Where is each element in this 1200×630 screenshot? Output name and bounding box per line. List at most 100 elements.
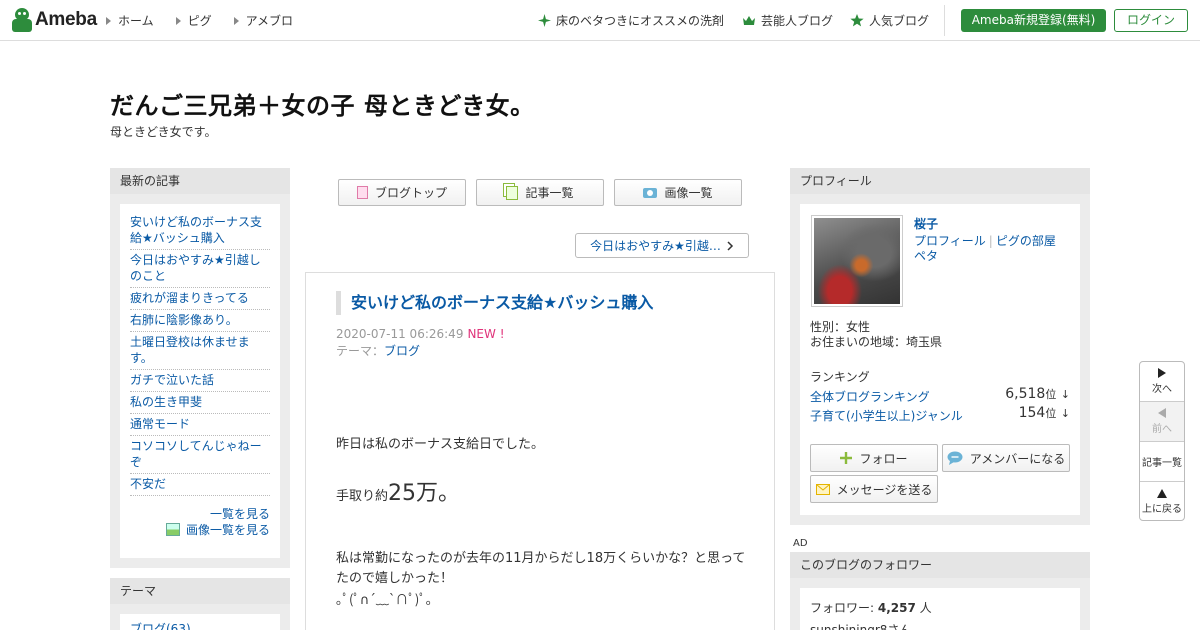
arrow-up-icon [1157,489,1167,498]
amember-button[interactable]: アメンバーになる [942,444,1070,472]
nav-label: アメブロ [245,14,294,28]
crown-icon [743,16,755,25]
ranking-trend: ↓ [1060,388,1070,401]
avatar-image [814,218,900,304]
document-icon [356,186,368,199]
recent-article-link[interactable]: 通常モード [130,414,270,436]
global-nav: ホーム ピグ アメブロ [106,12,293,29]
image-list-button[interactable]: 画像一覧 [614,179,742,206]
header-divider [944,5,945,36]
ameba-logo[interactable]: Ameba [12,8,97,32]
article-text: 。 [438,481,461,506]
register-button[interactable]: Ameba新規登録(無料) [961,9,1106,32]
back-to-top-label: 上に戻る [1142,504,1182,515]
ranking-unit: 位 [1045,388,1057,401]
amember-label: アメンバーになる [969,451,1066,466]
see-images-label: 画像一覧を見る [185,523,270,537]
login-button[interactable]: ログイン [1114,9,1188,32]
recent-article-link[interactable]: ガチで泣いた話 [130,370,270,392]
image-list-icon [165,523,180,536]
top-bar: Ameba ホーム ピグ アメブロ 床のベタつきにオススメの洗剤 芸能人ブログ … [0,0,1200,41]
nav-label: ピグ [187,14,212,28]
follower-name[interactable]: sunshiningr8さん [810,621,911,630]
recent-article-link[interactable]: 土曜日登校は休ませます。 [130,332,270,370]
nav-label: ホーム [118,14,154,28]
article-date-text: 2020-07-11 06:26:49 [336,327,464,341]
prev-page-label: 前へ [1152,424,1172,435]
article-paragraph: 手取り約25万。 [336,479,751,512]
recent-article-link[interactable]: 疲れが溜まりきってる [130,288,270,310]
nav-amebro[interactable]: アメブロ [233,12,294,29]
theme-heading: テーマ [110,578,290,604]
see-images-link[interactable]: 画像一覧を見る [130,522,270,538]
recent-article-link[interactable]: 不安だ [130,474,270,496]
article-paragraph: 昨日は私のボーナス支給日でした。 [336,437,545,452]
envelope-icon [815,483,830,495]
prev-page-button[interactable]: 前へ [1140,402,1184,442]
peta-link[interactable]: ペタ [914,249,938,263]
article-list-float-label: 記事一覧 [1142,458,1182,469]
documents-icon [506,185,519,200]
nav-home[interactable]: ホーム [106,12,154,29]
recent-article-link[interactable]: 安いけど私のボーナス支給★バッシュ購入 [130,212,270,250]
article-emphasis: 25万 [388,481,439,506]
next-page-label: 次へ [1152,384,1172,395]
article-list-button[interactable]: 記事一覧 [476,179,604,206]
ranking-unit: 位 [1045,407,1057,420]
recent-article-link[interactable]: 右肺に陰影像あり。 [130,310,270,332]
nav-promo[interactable]: 床のベタつきにオススメの洗剤 [538,12,724,29]
ranking-row: 全体ブログランキング 6,518位 ↓ [810,386,1070,405]
article-paragraph: 私は常勤になったのが去年の11月からだし18万くらいかな？と思ってたので嬉しかっ… [336,551,746,586]
ad-label: AD [793,538,808,549]
theme-link[interactable]: ブログ [384,344,420,358]
recent-article-link[interactable]: 私の生き甲斐 [130,392,270,414]
profile-link[interactable]: プロフィール [914,234,986,248]
recent-article-link[interactable]: コソコソしてんじゃねーぞ [130,436,270,474]
article-title[interactable]: 安いけど私のボーナス支給★バッシュ購入 [336,291,653,315]
new-badge: NEW ! [467,327,505,341]
nav-celebrity-label: 芸能人ブログ [761,14,834,28]
blog-title[interactable]: だんご三兄弟＋女の子 母ときどき女。 [110,86,535,121]
follower-prefix: フォロワー: [810,601,878,615]
next-article-button[interactable]: 今日はおやすみ★引越… [575,233,749,258]
blog-description: 母ときどき女です。 [110,125,217,139]
follow-button[interactable]: フォロー [810,444,938,472]
article-list-float-button[interactable]: 記事一覧 [1140,442,1184,482]
message-button[interactable]: メッセージを送る [810,475,938,503]
nav-popular-blog[interactable]: 人気ブログ [850,12,929,29]
play-left-icon [1158,408,1166,418]
blog-top-button[interactable]: ブログトップ [338,179,466,206]
article-list-label: 記事一覧 [525,186,574,200]
followers-heading: このブログのフォロワー [790,552,1090,578]
theme-prefix: テーマ： [336,344,385,358]
next-page-button[interactable]: 次へ [1140,362,1184,402]
profile-avatar[interactable] [811,215,903,307]
article-card: 安いけど私のボーナス支給★バッシュ購入 2020-07-11 06:26:49 N… [305,272,775,630]
image-list-label: 画像一覧 [664,186,713,200]
follower-count: フォロワー: 4,257 人 [810,599,932,616]
sparkle-icon [538,14,551,27]
ranking-link[interactable]: 子育て(小学生以上)ジャンル [810,409,963,423]
ranking-link[interactable]: 全体ブログランキング [810,390,930,404]
nav-promo-label: 床のベタつきにオススメの洗剤 [556,14,725,28]
article-date: 2020-07-11 06:26:49 NEW ! [336,327,505,341]
link-separator: | [988,234,993,248]
back-to-top-button[interactable]: 上に戻る [1140,482,1184,520]
follower-number: 4,257 [877,601,916,615]
ranking-number: 6,518 [1005,386,1046,402]
recent-articles-heading: 最新の記事 [110,168,290,194]
play-right-icon [1158,368,1166,378]
profile-links: プロフィール | ピグの部屋 ペタ [914,234,1074,264]
nav-celebrity-blog[interactable]: 芸能人ブログ [742,12,833,29]
article-text: 手取り約 [336,489,389,504]
nav-pigg[interactable]: ピグ [175,12,212,29]
pigg-room-link[interactable]: ピグの部屋 [996,234,1056,248]
profile-name[interactable]: 桜子 [914,215,938,232]
theme-link[interactable]: ブログ(63) [120,614,280,630]
next-article-label: 今日はおやすみ★引越… [590,239,721,253]
ranking-row: 子育て(小学生以上)ジャンル 154位 ↓ [810,405,1070,424]
message-label: メッセージを送る [836,482,933,497]
see-list-link[interactable]: 一覧を見る [130,506,270,522]
ameba-logo-icon [12,8,32,32]
recent-article-link[interactable]: 今日はおやすみ★引越しのこと [130,250,270,288]
